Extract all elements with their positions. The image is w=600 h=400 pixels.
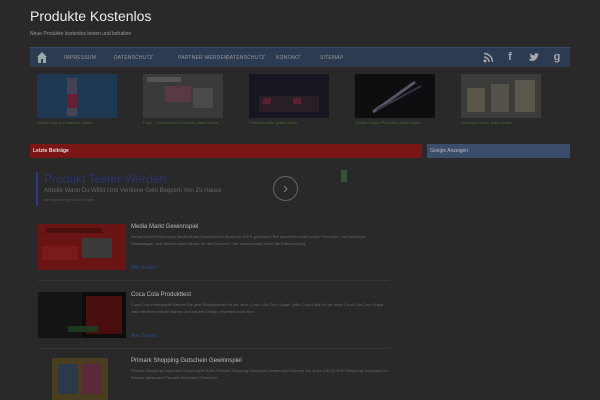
site-description: Neue Produkte kostenlos testen und behal… [30, 31, 132, 37]
slide-image[interactable] [143, 74, 223, 118]
site-title[interactable]: Produkte Kostenlos [30, 8, 151, 24]
slide-item[interactable]: Gillette Fusion ProGlide gratis testen [355, 74, 435, 125]
ad-subtitle[interactable]: Arbeite Wann Du Willst Und Verdiene Geld… [44, 188, 222, 194]
post-details-link[interactable]: Alle Details [131, 265, 156, 271]
nav-item-impressum[interactable]: Impressum [64, 55, 96, 61]
slide-image[interactable] [249, 74, 329, 118]
slide-image[interactable] [37, 74, 117, 118]
post-thumbnail[interactable] [38, 224, 126, 270]
chevron-right-icon[interactable]: › [273, 176, 298, 201]
home-icon[interactable] [36, 51, 48, 64]
nav-item-sitemap[interactable]: Sitemap [320, 55, 343, 61]
slide-item[interactable]: Fuge - Gewinnspiel Cosmetik gratis teste… [143, 74, 223, 125]
slide-image[interactable] [461, 74, 541, 118]
nav-item-datenschutz[interactable]: Datenschutz [114, 55, 153, 61]
slide-caption[interactable]: Gillette Fusion ProGlide gratis testen [355, 120, 435, 125]
post-excerpt: Media Markt Gewinnspiel Media Markt Guts… [131, 234, 367, 246]
post-title[interactable]: Primark Shopping Gutschein Gewinnspiel [131, 358, 242, 364]
divider [38, 348, 390, 349]
ad-title[interactable]: Produkt Tester Werden [44, 172, 166, 186]
razor-graphic [372, 80, 422, 114]
sidebar-title: Google Anzeigen [430, 148, 469, 154]
nav-item-kontakt[interactable]: Kontakt [276, 55, 301, 61]
google-ad[interactable]: Produkt Tester Werden Arbeite Wann Du Wi… [36, 172, 312, 206]
divider [38, 280, 390, 281]
slide-caption[interactable]: Fuge - Gewinnspiel Cosmetik gratis teste… [143, 120, 223, 125]
nav-item-partner[interactable]: Partner Werden [178, 55, 228, 61]
ad-url[interactable]: umfragenvergleich.de/Tester [44, 197, 94, 202]
google-plus-icon[interactable]: g [551, 51, 563, 64]
latest-posts-header: Letzte Beiträge [30, 144, 422, 158]
facebook-icon[interactable]: f [504, 51, 516, 64]
nav-item-datenschutz-2[interactable]: Datenschutz [226, 55, 265, 61]
rss-icon[interactable] [482, 51, 494, 64]
twitter-icon[interactable] [528, 51, 540, 64]
post-excerpt: Primark Shopping Gutschein Gewinnspiel B… [131, 368, 388, 380]
slide-item[interactable]: Gesunde Kekse gratis testen [461, 74, 541, 125]
post-item: Coca Cola Produkttest Coca Cola Produktt… [38, 292, 388, 339]
slide-caption[interactable]: Gillette Venus Kostenlos testen [37, 120, 117, 125]
post-details-link[interactable]: Alle Details [131, 333, 156, 339]
sidebar-header: Google Anzeigen [427, 144, 570, 158]
main-navigation: Impressum Datenschutz Partner Werden Dat… [30, 47, 570, 67]
post-title[interactable]: Media Markt Gewinnspiel [131, 224, 198, 230]
post-item: Media Markt Gewinnspiel Media Markt Gewi… [38, 224, 388, 271]
latest-posts-title: Letzte Beiträge [33, 148, 69, 154]
slide-item[interactable]: Pendelleuchte gratis testen [249, 74, 329, 125]
slide-item[interactable]: Gillette Venus Kostenlos testen [37, 74, 117, 125]
featured-slider: Gillette Venus Kostenlos testen Fuge - G… [30, 74, 570, 136]
slide-caption[interactable]: Pendelleuchte gratis testen [249, 120, 329, 125]
post-thumbnail[interactable] [38, 292, 126, 338]
post-excerpt: Coca Cola Produkttest Werden Sie jetzt P… [131, 302, 384, 314]
post-title[interactable]: Coca Cola Produkttest [131, 292, 191, 298]
slide-caption[interactable]: Gesunde Kekse gratis testen [461, 120, 541, 125]
slide-image[interactable] [355, 74, 435, 118]
post-thumbnail[interactable] [52, 358, 108, 400]
ad-choices-icon[interactable] [341, 170, 347, 182]
